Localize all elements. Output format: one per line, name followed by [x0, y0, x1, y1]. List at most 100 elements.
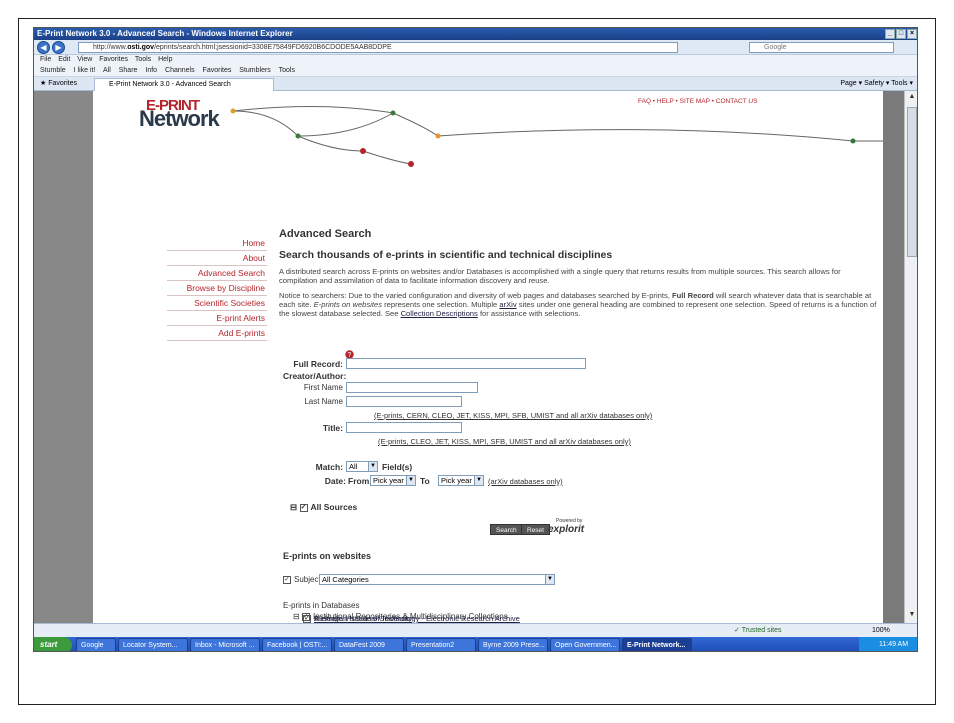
- repository-item-checkbox[interactable]: ✓: [303, 615, 311, 624]
- nav-scientific-societies[interactable]: Scientific Societies: [167, 296, 267, 311]
- full-record-input[interactable]: [346, 358, 586, 369]
- title-input[interactable]: [346, 422, 462, 433]
- title-scope-note: (E-prints, CLEO, JET, KISS, MPI, SFB, UM…: [378, 437, 631, 446]
- task-button[interactable]: Locator System...: [118, 638, 188, 651]
- full-record-label: Full Record:: [293, 359, 343, 369]
- security-zone: ✓ Trusted sites: [734, 627, 782, 634]
- chevron-down-icon: ▼: [368, 462, 377, 471]
- back-icon[interactable]: ◀: [37, 41, 50, 54]
- favorites-button[interactable]: Favorites: [203, 67, 232, 74]
- header-network-graphic: [230, 105, 883, 167]
- arxiv-link[interactable]: arXiv: [499, 300, 516, 309]
- title-label: Title:: [322, 423, 343, 433]
- task-button[interactable]: Inbox - Microsoft ...: [190, 638, 260, 651]
- task-button-active[interactable]: E-Print Network...: [622, 638, 692, 651]
- page-viewport: E-PRINT Network FAQ • HELP • SITE MAP • …: [34, 91, 904, 623]
- nav-about[interactable]: About: [167, 251, 267, 266]
- web-page: E-PRINT Network FAQ • HELP • SITE MAP • …: [93, 91, 883, 623]
- start-button[interactable]: start: [34, 637, 72, 651]
- stumble-button[interactable]: Stumble: [40, 67, 66, 74]
- task-button[interactable]: DataFest 2009: [334, 638, 404, 651]
- subject-checkbox[interactable]: ✓: [283, 575, 291, 584]
- chevron-down-icon: ▼: [406, 476, 415, 485]
- all-sources-checkbox[interactable]: ✓: [299, 503, 308, 512]
- page-gutter: [883, 91, 904, 623]
- browser-screenshot: E-Print Network 3.0 - Advanced Search - …: [33, 27, 918, 652]
- to-label: To: [420, 476, 430, 486]
- task-button[interactable]: Byrne 2009 Prese...: [478, 638, 548, 651]
- menu-bar[interactable]: File Edit View Favorites Tools Help: [34, 55, 917, 65]
- page-title: Advanced Search: [279, 228, 372, 240]
- browser-search-input[interactable]: Google: [749, 42, 894, 53]
- all-button[interactable]: All: [103, 67, 111, 74]
- collection-descriptions-link[interactable]: Collection Descriptions: [401, 309, 478, 318]
- command-bar[interactable]: Page ▾ Safety ▾ Tools ▾: [840, 77, 913, 91]
- subject-select[interactable]: All Categories ▼: [319, 574, 555, 585]
- subject-row: ✓ Subject: [283, 575, 321, 584]
- close-icon[interactable]: ×: [907, 29, 917, 39]
- nav-advanced-search[interactable]: Advanced Search: [167, 266, 267, 281]
- minimize-icon[interactable]: _: [885, 29, 895, 39]
- chevron-down-icon: ▼: [545, 575, 554, 584]
- scroll-down-icon[interactable]: ▼: [907, 611, 917, 621]
- intro-paragraph: A distributed search across E-prints on …: [279, 267, 841, 285]
- to-year-select[interactable]: Pick year ▼: [438, 475, 484, 486]
- address-bar: ◀ ▶ http://www.osti.gov/eprints/search.h…: [34, 40, 917, 55]
- repository-item: ✓ Australian National University: [303, 614, 412, 624]
- channels-button[interactable]: Channels: [165, 67, 195, 74]
- window-titlebar: E-Print Network 3.0 - Advanced Search - …: [34, 28, 917, 40]
- creator-author-label: Creator/Author:: [283, 371, 347, 381]
- main-content: Advanced Search Search thousands of e-pr…: [279, 228, 879, 318]
- expand-icon[interactable]: ⊟: [293, 612, 300, 621]
- task-button[interactable]: Facebook | OSTI:...: [262, 638, 332, 651]
- stumblers-button[interactable]: Stumblers: [239, 67, 271, 74]
- first-name-input[interactable]: [346, 382, 478, 393]
- favorites-star-button[interactable]: ★ Favorites: [40, 77, 77, 91]
- system-tray: 11:49 AM: [859, 637, 917, 651]
- share-button[interactable]: Share: [119, 67, 138, 74]
- page-subtitle: Search thousands of e-prints in scientif…: [279, 249, 613, 261]
- reset-button[interactable]: Reset: [521, 524, 550, 535]
- search-button[interactable]: Search: [490, 524, 523, 535]
- from-year-select[interactable]: Pick year ▼: [370, 475, 416, 486]
- first-name-label: First Name: [303, 383, 343, 392]
- last-name-label: Last Name: [304, 397, 343, 406]
- tools-button[interactable]: Tools: [279, 67, 295, 74]
- task-list: Google Locator System... Inbox - Microso…: [76, 638, 692, 651]
- from-label: From: [348, 476, 370, 486]
- maximize-icon[interactable]: □: [896, 29, 906, 39]
- left-nav: Home About Advanced Search Browse by Dis…: [167, 236, 267, 341]
- url-input[interactable]: http://www.osti.gov/eprints/search.html;…: [78, 42, 678, 53]
- windows-taskbar: start Google Locator System... Inbox - M…: [34, 637, 917, 651]
- scrollbar-thumb[interactable]: [907, 107, 917, 257]
- scroll-up-icon[interactable]: ▲: [907, 93, 917, 103]
- date-scope-note[interactable]: (arXiv databases only): [488, 477, 563, 486]
- fields-label: Field(s): [382, 462, 413, 472]
- nav-browse-by-discipline[interactable]: Browse by Discipline: [167, 281, 267, 296]
- nav-add-eprints[interactable]: Add E-prints: [167, 326, 267, 341]
- task-button[interactable]: Open Governmen...: [550, 638, 620, 651]
- chevron-down-icon: ▼: [474, 476, 483, 485]
- all-sources-row: ⊟ ✓ All Sources: [290, 502, 358, 512]
- clock: 11:49 AM: [879, 641, 909, 648]
- task-button[interactable]: Presentation2: [406, 638, 476, 651]
- last-name-input[interactable]: [346, 396, 462, 407]
- window-title: E-Print Network 3.0 - Advanced Search - …: [37, 29, 293, 38]
- vertical-scrollbar[interactable]: ▲ ▼: [904, 91, 917, 623]
- explorit-logo: explorit: [548, 524, 585, 535]
- nav-home[interactable]: Home: [167, 236, 267, 251]
- match-select[interactable]: All ▼: [346, 461, 378, 472]
- forward-icon[interactable]: ▶: [52, 41, 65, 54]
- info-button[interactable]: Info: [145, 67, 157, 74]
- header-links[interactable]: FAQ • HELP • SITE MAP • CONTACT US: [638, 98, 757, 105]
- tab-eprint[interactable]: E-Print Network 3.0 - Advanced Search: [94, 78, 274, 91]
- expand-icon[interactable]: ⊟: [290, 502, 297, 512]
- zoom-level[interactable]: 100%: [872, 624, 890, 638]
- task-button[interactable]: Google: [76, 638, 116, 651]
- repository-item-link[interactable]: Australian National University: [314, 614, 412, 623]
- like-button[interactable]: I like it!: [74, 67, 96, 74]
- links-toolbar: Stumble I like it! All Share Info Channe…: [34, 65, 917, 77]
- status-bar: ✓ Blekinge Institute of Technology - Elec…: [34, 614, 917, 638]
- nav-eprint-alerts[interactable]: E-print Alerts: [167, 311, 267, 326]
- date-label: Date:: [324, 476, 346, 486]
